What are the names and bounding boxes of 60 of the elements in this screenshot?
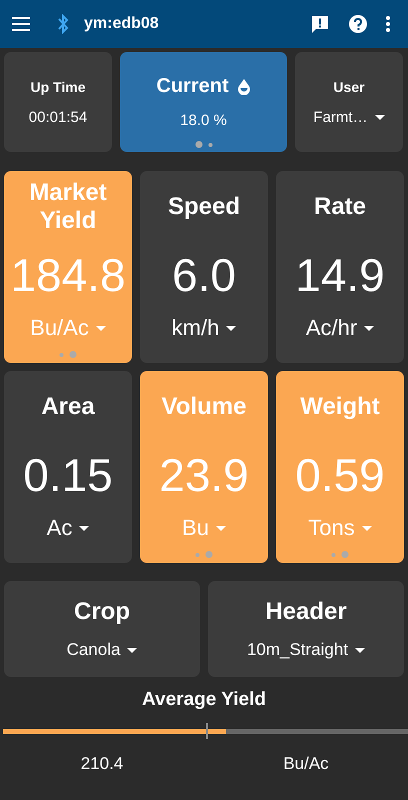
- card-label: Up Time: [30, 78, 86, 94]
- measurement-tile[interactable]: Speed 6.0 km/h: [140, 171, 268, 363]
- card-label: User: [333, 78, 365, 94]
- tile-label: Market Yield: [28, 179, 108, 235]
- page-dot[interactable]: [206, 551, 212, 558]
- selector-value: 10m_Straight: [246, 640, 348, 660]
- info-card[interactable]: User Farmt…: [295, 52, 403, 152]
- page-dot[interactable]: [332, 552, 336, 556]
- tile-value: 0.59: [295, 448, 385, 502]
- selector-card[interactable]: Crop Canola: [4, 581, 200, 677]
- tile-value: 0.15: [23, 448, 113, 502]
- card-value: 00:01:54: [28, 108, 88, 126]
- unit-label: Bu: [182, 515, 209, 541]
- caret-icon: [96, 326, 106, 330]
- caret-icon: [216, 526, 226, 530]
- tile-label: Volume: [162, 392, 246, 422]
- unit-label: Ac: [46, 515, 72, 541]
- center-marker: [206, 723, 208, 739]
- tile-label: Speed: [168, 192, 240, 222]
- tile-value: 184.8: [10, 248, 126, 302]
- selector-value: Canola: [66, 640, 120, 660]
- measurement-tile[interactable]: Area 0.15 Ac: [4, 371, 132, 563]
- average-value: 210.4: [80, 754, 124, 774]
- tile-label: Weight: [300, 392, 380, 422]
- caret-icon: [364, 326, 374, 330]
- page-dot[interactable]: [195, 141, 202, 148]
- tile-value: 14.9: [295, 248, 385, 302]
- caret-icon: [362, 526, 372, 530]
- average-title: Average Yield: [142, 689, 266, 711]
- page-dot[interactable]: [70, 351, 76, 358]
- tile-value: 23.9: [159, 448, 249, 502]
- drop-icon: [236, 78, 251, 95]
- tile-value: 6.0: [172, 248, 236, 302]
- caret-icon: [127, 648, 138, 652]
- caret-icon: [374, 114, 385, 120]
- caret-icon: [226, 326, 236, 330]
- caret-icon: [355, 648, 366, 652]
- caret-icon: [79, 526, 90, 530]
- tile-label: Area: [41, 392, 95, 422]
- unit-label: km/h: [172, 315, 220, 341]
- page-dot[interactable]: [60, 352, 64, 356]
- page-dot[interactable]: [196, 552, 200, 556]
- card-label: Current: [156, 75, 229, 98]
- bluetooth-icon: [56, 14, 70, 34]
- page-dot[interactable]: [342, 551, 348, 558]
- unit-label: Tons: [308, 515, 355, 541]
- card-value: Farmt…: [313, 108, 368, 126]
- tile-label: Rate: [314, 192, 366, 222]
- selector-label: Header: [265, 598, 347, 626]
- average-unit: Bu/Ac: [283, 754, 329, 774]
- device-title: ym:edb08: [84, 15, 159, 33]
- unit-label: Ac/hr: [306, 315, 358, 341]
- selector-label: Crop: [74, 598, 130, 626]
- selector-card[interactable]: Header 10m_Straight: [208, 581, 404, 677]
- card-value: 18.0 %: [180, 112, 227, 129]
- unit-label: Bu/Ac: [30, 315, 89, 341]
- page-dot[interactable]: [208, 142, 212, 146]
- current-card[interactable]: Current 18.0 %: [120, 52, 287, 152]
- measurement-tile[interactable]: Rate 14.9 Ac/hr: [276, 171, 404, 363]
- info-card[interactable]: Up Time 00:01:54: [4, 52, 112, 152]
